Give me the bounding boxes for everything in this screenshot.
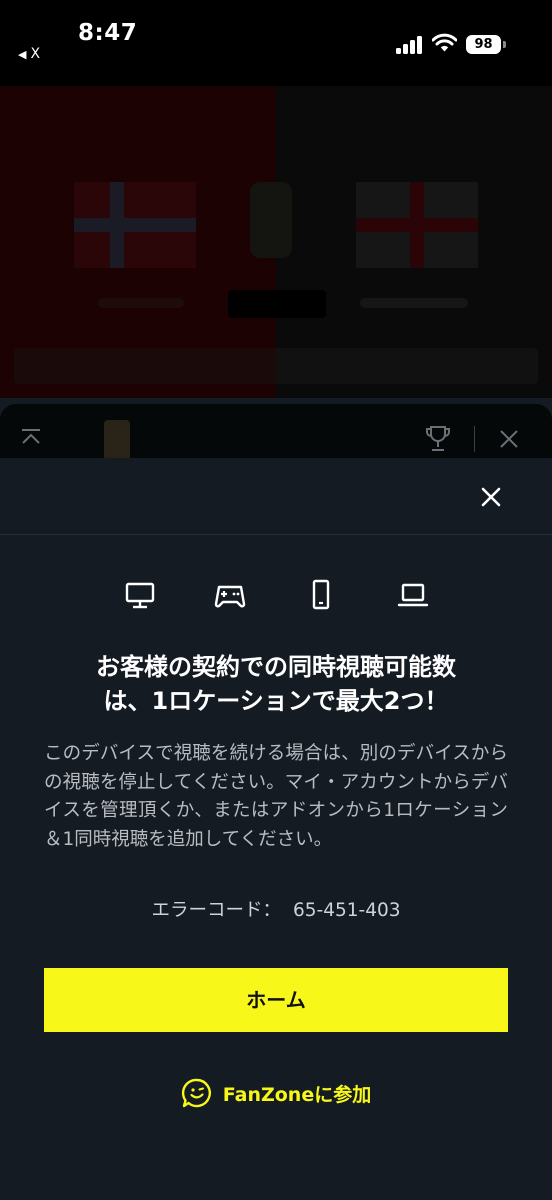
promo-strip	[14, 348, 538, 384]
mini-player-bar	[0, 404, 552, 460]
england-flag-icon	[356, 182, 478, 268]
device-icons-row	[0, 578, 552, 614]
battery-indicator: 98	[466, 35, 501, 54]
wifi-icon	[432, 33, 457, 52]
world-cup-trophy-icon	[250, 182, 292, 258]
status-time: 8:47	[78, 20, 138, 46]
smartphone-icon	[312, 579, 330, 610]
concurrent-stream-limit-modal: お客様の契約での同時視聴可能数 は、1ロケーションで最大2つ！ このデバイスで視…	[0, 458, 552, 1200]
modal-title: お客様の契約での同時視聴可能数 は、1ロケーションで最大2つ！	[20, 650, 532, 718]
error-code-line: エラーコード： 65-451-403	[0, 896, 552, 922]
back-to-app-link[interactable]: ◀ X	[18, 46, 40, 62]
expand-chevron-icon[interactable]	[20, 428, 42, 446]
back-arrow-icon: ◀	[18, 47, 27, 61]
norway-flag-icon	[74, 182, 196, 268]
error-code-value: 65-451-403	[293, 900, 401, 921]
desktop-icon	[125, 582, 155, 609]
fifa-world-cup-logo	[104, 420, 130, 460]
trophy-icon[interactable]	[424, 424, 452, 454]
modal-title-line-2: は、1ロケーションで最大2つ！	[103, 687, 449, 715]
battery-tip	[503, 41, 506, 48]
away-team-name-placeholder	[360, 298, 468, 308]
modal-header-divider	[0, 534, 552, 535]
modal-body-text: このデバイスで視聴を続ける場合は、別のデバイスからの視聴を停止してください。マイ…	[44, 743, 508, 850]
kickoff-badge	[228, 290, 326, 318]
cellular-signal-icon	[396, 36, 424, 54]
back-app-label: X	[30, 46, 41, 62]
status-bar: 8:47 ◀ X 98	[0, 0, 552, 86]
fanzone-label: FanZoneに参加	[222, 1083, 372, 1106]
game-controller-icon	[214, 585, 246, 608]
join-fanzone-link[interactable]: FanZoneに参加	[0, 1074, 552, 1112]
mini-bar-divider	[474, 426, 475, 452]
close-player-icon[interactable]	[498, 428, 520, 450]
home-team-name-placeholder	[98, 298, 184, 308]
modal-title-line-1: お客様の契約での同時視聴可能数	[96, 653, 456, 681]
close-icon[interactable]	[474, 480, 508, 514]
home-button[interactable]: ホーム	[44, 968, 508, 1032]
error-code-label: エラーコード：	[151, 900, 281, 921]
laptop-icon	[397, 583, 429, 607]
match-hero-background	[0, 86, 552, 398]
fanzone-chat-smile-icon	[181, 1078, 211, 1108]
